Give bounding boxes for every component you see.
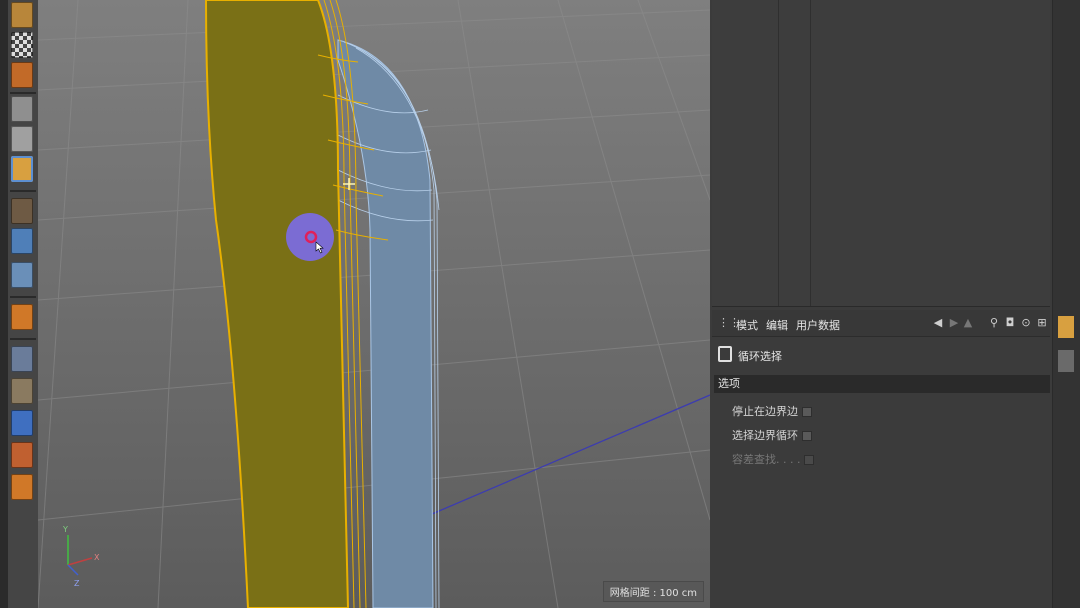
menu-edit[interactable]: 编辑 <box>766 317 788 333</box>
toolbar-separator <box>10 296 36 298</box>
3d-viewport[interactable]: Y X Z 网格间距 : 100 cm <box>38 0 710 608</box>
brush-cursor-circle <box>286 213 334 261</box>
object-manager-column-divider <box>778 0 779 306</box>
magnet-icon[interactable] <box>11 228 33 254</box>
layer-tab[interactable] <box>1058 350 1074 372</box>
settings-icon[interactable]: ⊙ <box>1020 316 1032 330</box>
toolbar-separator <box>10 92 36 94</box>
menu-user-data[interactable]: 用户数据 <box>796 317 840 333</box>
search-icon[interactable]: ⚲ <box>988 316 1000 330</box>
right-panel: ⋮⋮ 模式 编辑 用户数据 ◀ ▶ ▲ ⚲ ◘ ⊙ ⊞ 循环选择 选项 停止在边… <box>710 0 1080 608</box>
right-tab-strip <box>1052 0 1080 608</box>
sculpt-icon[interactable] <box>11 474 33 500</box>
model-mode-icon[interactable] <box>11 96 33 122</box>
spline-icon[interactable] <box>11 304 33 330</box>
axis-x-label: X <box>94 553 100 562</box>
axis-mode-icon[interactable] <box>11 198 33 224</box>
loop-select-icon <box>718 346 732 362</box>
attribute-tab[interactable] <box>1058 316 1074 338</box>
polygon-mode-icon[interactable] <box>11 156 33 182</box>
grip-icon[interactable]: ⋮⋮ <box>718 316 740 330</box>
window-left-edge <box>0 0 8 608</box>
axis-y-label: Y <box>62 525 68 534</box>
menu-mode[interactable]: 模式 <box>736 317 758 333</box>
grid-spacing-label: 网格间距 : 100 cm <box>602 581 704 602</box>
checkbox[interactable] <box>802 431 812 441</box>
option-stop-at-boundary[interactable]: 停止在边界边 <box>732 403 812 419</box>
z-axis-line <box>417 394 710 521</box>
cube-view-icon[interactable] <box>11 2 33 28</box>
axis-gizmo: Y X Z <box>62 525 100 588</box>
toolbar-separator <box>10 190 36 192</box>
back-arrow-icon[interactable]: ◀ <box>932 316 944 330</box>
snap-icon[interactable] <box>11 262 33 288</box>
checkbox <box>804 455 815 465</box>
object-manager[interactable] <box>712 0 1050 307</box>
up-arrow-icon[interactable]: ▲ <box>962 316 974 330</box>
axis-z-label: Z <box>74 579 80 588</box>
tool-name: 循环选择 <box>738 350 782 363</box>
toolbar-separator <box>10 338 36 340</box>
selected-polygon-face <box>204 0 350 608</box>
attribute-manager-menubar: ⋮⋮ 模式 编辑 用户数据 ◀ ▶ ▲ ⚲ ◘ ⊙ ⊞ <box>712 310 1050 337</box>
object-manager-column-divider <box>810 0 811 306</box>
forward-arrow-icon[interactable]: ▶ <box>948 316 960 330</box>
checkbox[interactable] <box>802 407 812 417</box>
active-tool-row: 循环选择 <box>712 340 1050 370</box>
options-section-header[interactable]: 选项 <box>714 375 1050 393</box>
option-tolerance-search: 容差查找. . . . <box>732 451 815 467</box>
new-panel-icon[interactable]: ⊞ <box>1036 316 1048 330</box>
option-select-boundary-loop[interactable]: 选择边界循环 <box>732 427 812 443</box>
deformer-icon[interactable] <box>11 378 33 404</box>
checker-texture-icon[interactable] <box>11 32 33 58</box>
scatter-icon[interactable] <box>11 442 33 468</box>
lock-icon[interactable]: ◘ <box>1004 316 1016 330</box>
grid-tool-icon[interactable] <box>11 346 33 372</box>
arrow-down-icon[interactable] <box>11 410 33 436</box>
left-toolbar <box>8 0 39 608</box>
texture-mode-icon[interactable] <box>11 62 33 88</box>
viewport-scene: Y X Z <box>38 0 710 608</box>
object-mode-icon[interactable] <box>11 126 33 152</box>
